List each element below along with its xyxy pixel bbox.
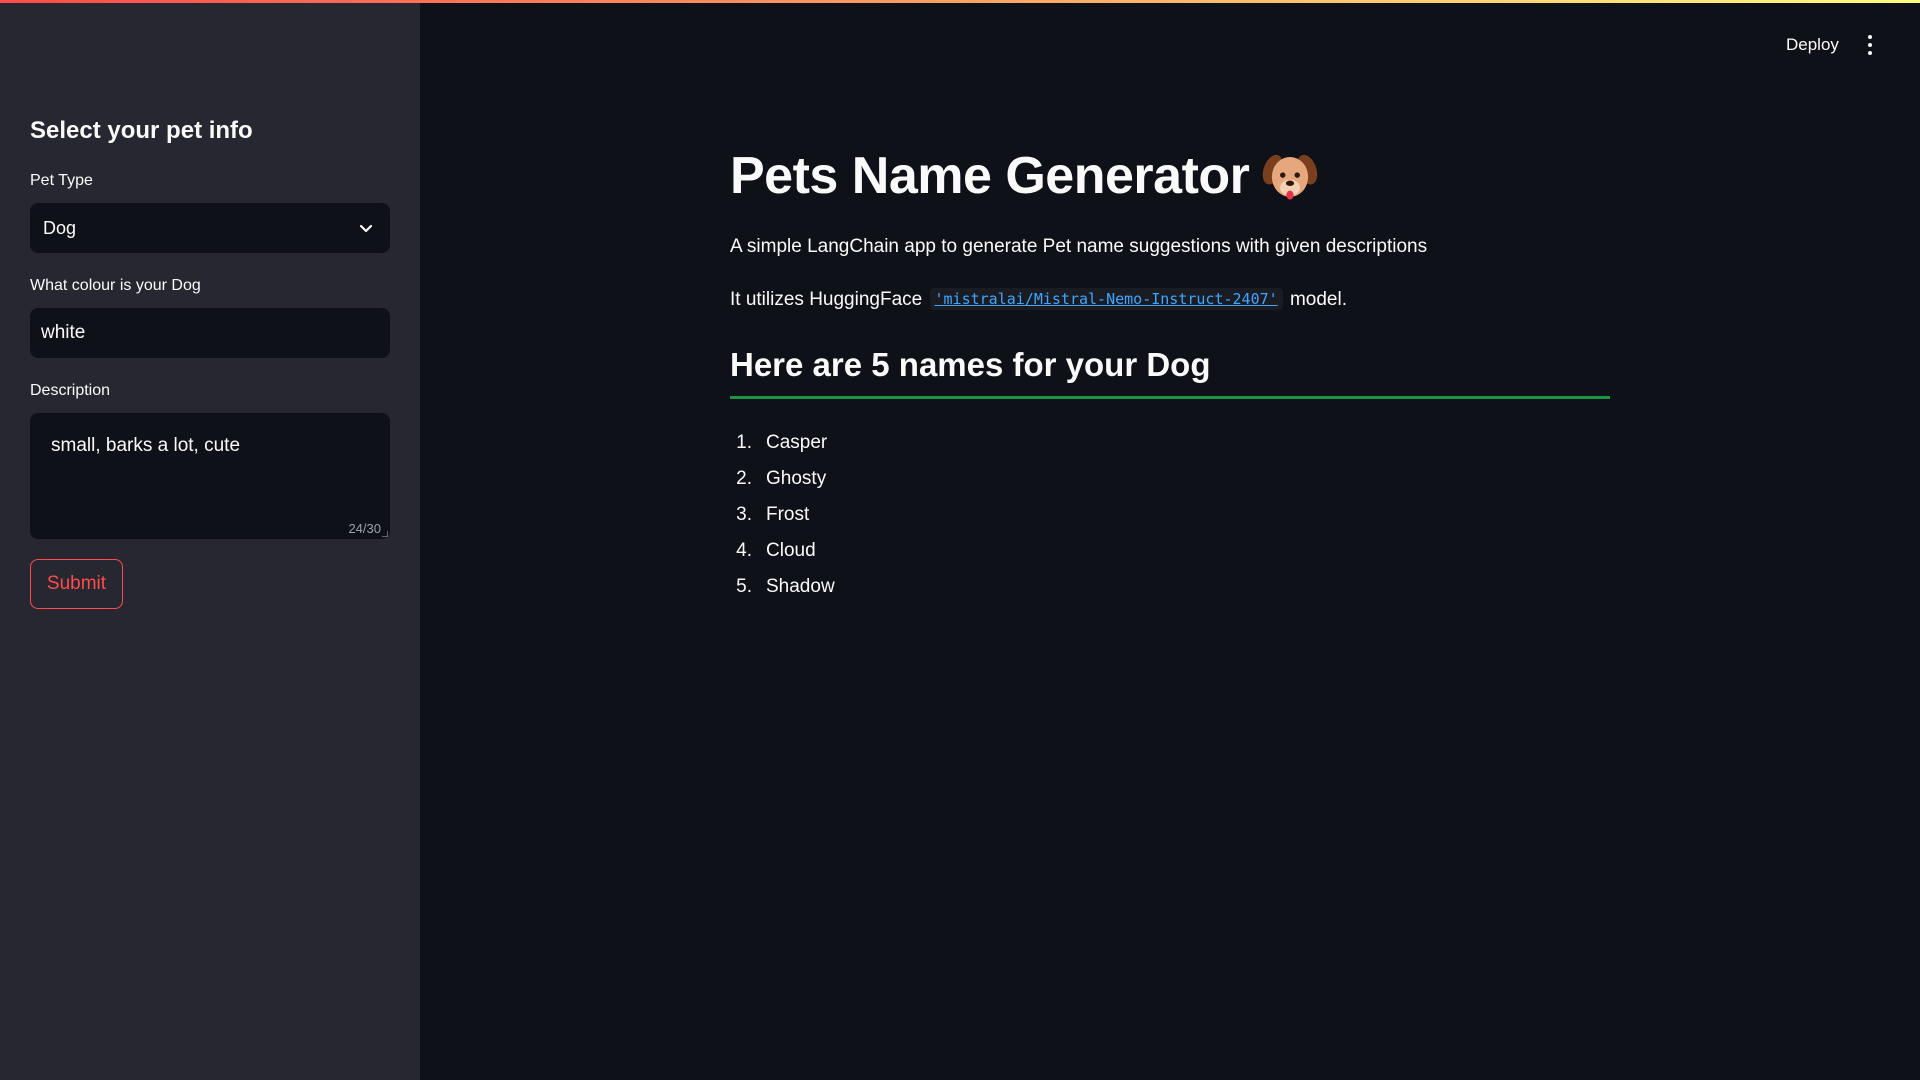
dog-face-icon	[1263, 154, 1318, 200]
intro-text: A simple LangChain app to generate Pet n…	[730, 236, 1428, 257]
pet-type-select[interactable]: Dog	[30, 203, 390, 253]
colour-label: What colour is your Dog	[30, 277, 201, 294]
description-value: small, barks a lot, cute	[51, 435, 241, 456]
character-counter: 24/30	[348, 521, 381, 536]
list-number: 2.	[736, 468, 752, 489]
subheader-divider	[730, 396, 1610, 399]
model-prefix: It utilizes HuggingFace	[730, 289, 923, 310]
list-item: 3. Frost	[730, 497, 835, 533]
resize-handle-icon[interactable]	[382, 531, 388, 537]
list-number: 1.	[736, 432, 752, 453]
list-item: 1. Casper	[730, 425, 835, 461]
list-number: 5.	[736, 576, 752, 597]
model-code-link[interactable]: 'mistralai/Mistral-Nemo-Instruct-2407'	[929, 288, 1283, 310]
menu-dot	[1868, 35, 1872, 39]
model-suffix: model.	[1289, 289, 1347, 310]
pet-name: Casper	[766, 432, 828, 453]
list-number: 3.	[736, 504, 752, 525]
top-decoration-bar	[0, 0, 1920, 3]
page-title: Pets Name Generator	[730, 146, 1319, 206]
colour-input[interactable]	[30, 308, 390, 358]
kebab-menu-icon[interactable]	[1866, 35, 1874, 55]
sidebar-title: Select your pet info	[30, 117, 253, 144]
description-label: Description	[30, 382, 111, 399]
names-subheader: Here are 5 names for your Dog	[730, 346, 1211, 383]
list-number: 4.	[736, 540, 752, 561]
chevron-down-icon	[359, 224, 373, 233]
sidebar: Select your pet info Pet Type Dog What c…	[0, 0, 420, 1080]
description-textarea[interactable]: small, barks a lot, cute 24/30	[30, 413, 390, 539]
pet-type-label: Pet Type	[30, 172, 93, 189]
list-item: 4. Cloud	[730, 533, 835, 569]
model-text: It utilizes HuggingFace 'mistralai/Mistr…	[730, 288, 1347, 311]
pet-name: Cloud	[766, 540, 816, 561]
names-list: 1. Casper 2. Ghosty 3. Frost 4. Cloud 5. Shad…	[730, 425, 835, 605]
pet-type-value: Dog	[43, 217, 77, 238]
menu-dot	[1868, 43, 1872, 47]
page-title-text: Pets Name Generator	[730, 147, 1250, 205]
pet-name: Shadow	[766, 576, 835, 597]
menu-dot	[1868, 51, 1872, 55]
list-item: 2. Ghosty	[730, 461, 835, 497]
deploy-button[interactable]: Deploy	[1786, 35, 1839, 55]
pet-name: Ghosty	[766, 468, 827, 489]
submit-button[interactable]: Submit	[30, 559, 123, 609]
pet-name: Frost	[766, 504, 810, 525]
list-item: 5. Shadow	[730, 569, 835, 605]
